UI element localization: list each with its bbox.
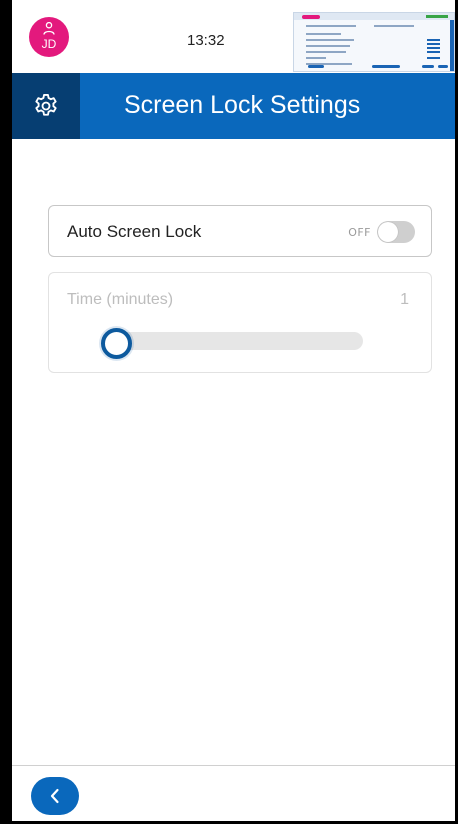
time-minutes-value: 1 <box>400 291 409 308</box>
auto-screen-lock-toggle[interactable] <box>377 221 415 243</box>
auto-screen-lock-toggle-group[interactable]: OFF <box>348 221 415 243</box>
time-minutes-label: Time (minutes) <box>67 291 174 308</box>
auto-screen-lock-row[interactable]: Auto Screen Lock OFF <box>48 205 432 257</box>
user-avatar[interactable]: JD <box>29 17 69 57</box>
back-button[interactable] <box>31 777 79 815</box>
gear-icon <box>35 93 57 116</box>
toggle-knob <box>378 222 398 242</box>
screen-thumbnail <box>293 12 455 72</box>
footer-divider <box>12 765 455 766</box>
auto-screen-lock-label: Auto Screen Lock <box>67 222 202 241</box>
page-title: Screen Lock Settings <box>124 91 361 119</box>
settings-button[interactable] <box>12 73 80 139</box>
clock: 13:32 <box>187 32 225 49</box>
status-bar: JD 13:32 <box>12 0 455 73</box>
time-slider-thumb[interactable] <box>101 328 132 359</box>
time-slider-track[interactable] <box>105 332 363 350</box>
chevron-left-icon <box>50 788 59 804</box>
toggle-state-text: OFF <box>348 225 371 239</box>
device-frame: JD 13:32 Screen Lock Settings Auto Scree… <box>0 0 458 824</box>
user-icon <box>43 22 55 35</box>
avatar-initials: JD <box>41 37 57 51</box>
time-setting-card: Time (minutes) 1 <box>48 272 432 373</box>
title-bar: Screen Lock Settings <box>12 73 455 139</box>
